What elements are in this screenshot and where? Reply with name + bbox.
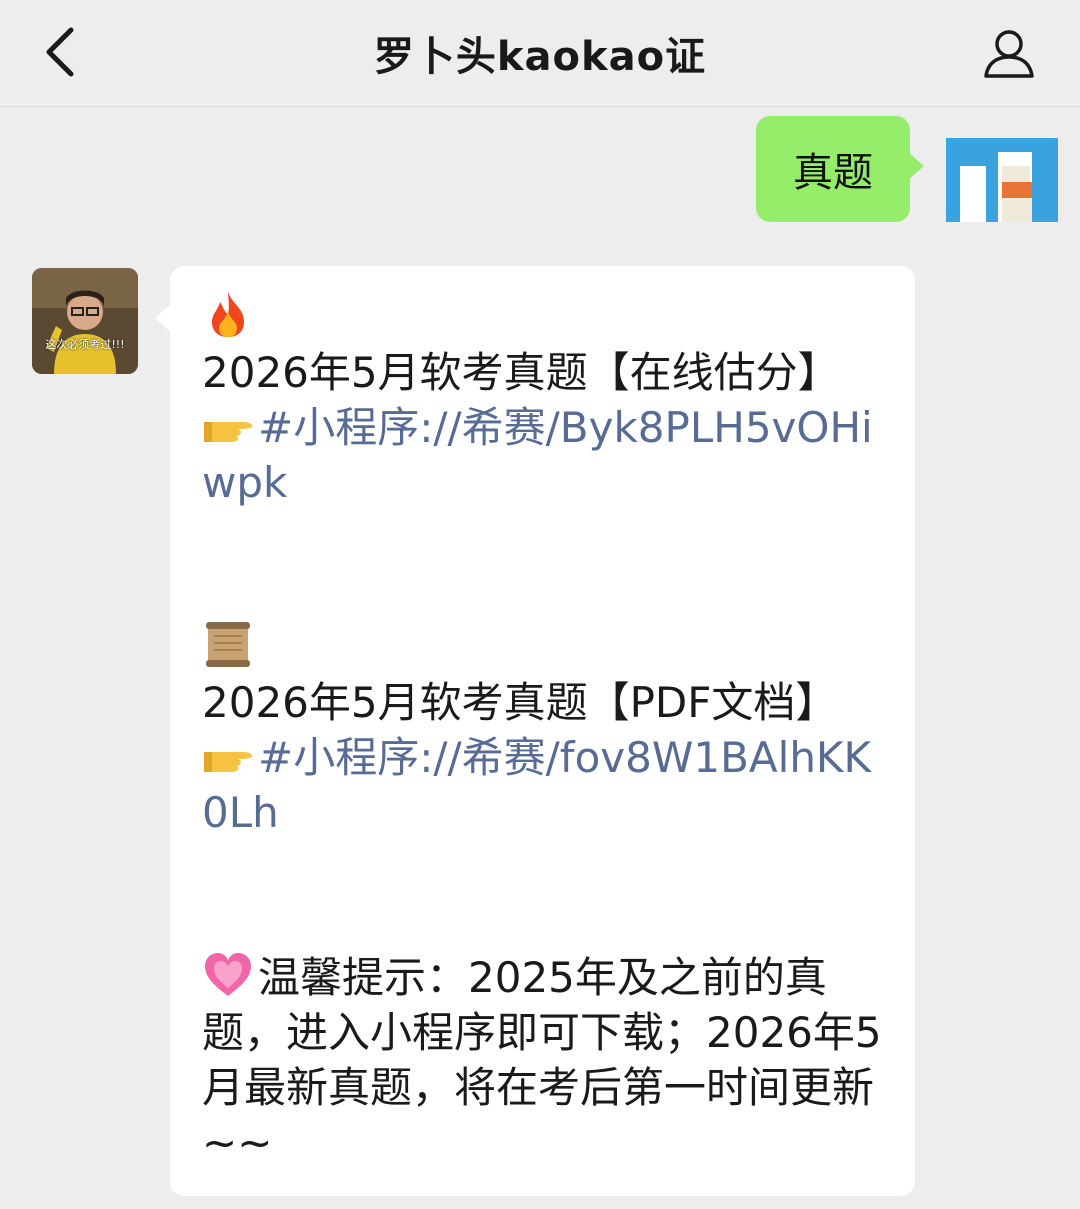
profile-button[interactable]: [976, 20, 1042, 86]
pixel-logo-icon: [946, 138, 1058, 222]
avatar-caption: 这次必须考过!!!: [45, 338, 125, 351]
miniprogram-link-pdf[interactable]: #小程序://希赛/fov8W1BAlhKK0Lh: [202, 733, 871, 837]
heart-emoji-icon: [205, 953, 251, 996]
outgoing-message-bubble[interactable]: 真题: [756, 116, 924, 222]
incoming-message-bubble[interactable]: 2026年5月软考真题【在线估分】 #小程序://希赛/Byk8PLH5vOHi…: [155, 266, 915, 1196]
chat-header: 罗卜头kaokao证: [0, 0, 1080, 107]
my-avatar[interactable]: [946, 138, 1058, 222]
person-photo-icon: [32, 268, 138, 374]
person-icon: [984, 30, 1034, 78]
message-block-pdf: 2026年5月软考真题【PDF文档】 #小程序://希赛/fov8W1BAlhK…: [202, 620, 885, 840]
contact-avatar[interactable]: 这次必须考过!!!: [32, 268, 138, 374]
scroll-emoji-icon: [206, 622, 250, 667]
message-block-online-score: 2026年5月软考真题【在线估分】 #小程序://希赛/Byk8PLH5vOHi…: [202, 290, 885, 510]
online-score-heading: 2026年5月软考真题【在线估分】: [202, 348, 840, 397]
pointing-hand-icon: [204, 421, 253, 442]
message-block-notice: 温馨提示：2025年及之前的真题，进入小程序即可下载；2026年5月最新真题，将…: [202, 950, 885, 1170]
notice-text: 温馨提示：2025年及之前的真题，进入小程序即可下载；2026年5月最新真题，将…: [202, 953, 882, 1167]
fire-emoji-icon: [212, 292, 244, 337]
miniprogram-link-online-score[interactable]: #小程序://希赛/Byk8PLH5vOHiwpk: [202, 403, 873, 507]
pdf-heading: 2026年5月软考真题【PDF文档】: [202, 678, 838, 727]
pointing-hand-icon: [204, 751, 253, 772]
chat-title: 罗卜头kaokao证: [373, 34, 707, 80]
